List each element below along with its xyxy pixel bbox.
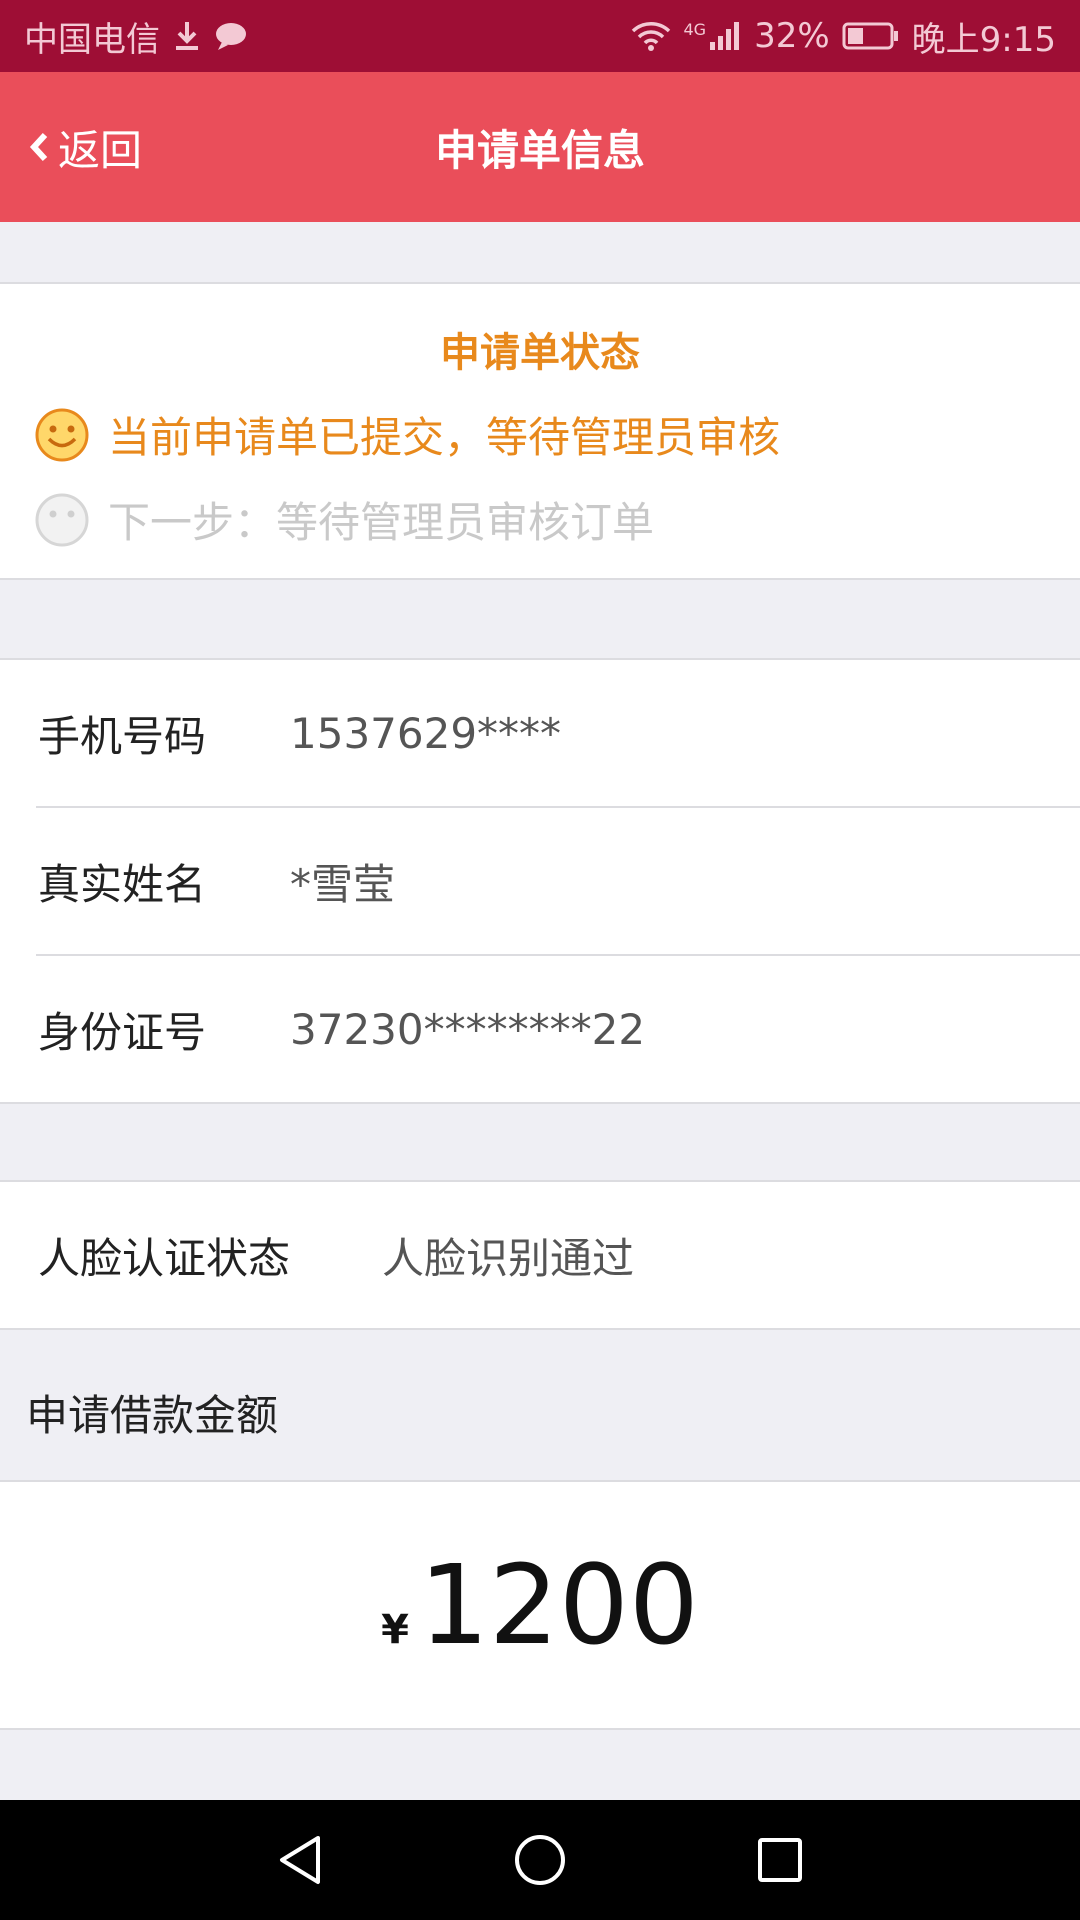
system-nav-bar [0,1800,1080,1920]
smiley-icon [35,408,89,461]
current-status-text: 当前申请单已提交，等待管理员审核 [108,413,781,462]
next-step: 下一步：等待管理员审核订单 [34,489,654,550]
name-label: 真实姓名 [38,859,207,909]
application-status-card: 申请单状态 当前申请单已提交，等待管理员审核 下一步：等待管理员审核订单 [0,282,1080,580]
loan-amount-card: ¥ 1200 [0,1480,1080,1730]
personal-info-card: 手机号码 1537629**** 真实姓名 *雪莹 身份证号 37230****… [0,658,1080,1104]
face-auth-value: 人脸识别通过 [382,1233,635,1283]
signal-icon: 4G [683,20,742,52]
carrier-label: 中国电信 [24,19,160,60]
currency-symbol: ¥ [381,1607,409,1653]
message-icon [214,21,248,51]
loan-amount-value: 1200 [418,1541,699,1669]
nav-home-button[interactable] [495,1815,585,1905]
name-value: *雪莹 [290,859,396,909]
battery-percent: 32% [754,16,830,56]
triangle-back-icon [280,1836,320,1884]
battery-icon [842,21,900,51]
id-value: 37230********22 [290,1004,646,1054]
smiley-grey-icon [35,493,89,546]
page-title: 申请单信息 [434,125,645,175]
id-row: 身份证号 37230********22 [0,956,1080,1102]
status-bar-left: 中国电信 [24,12,248,61]
loan-amount: ¥ 1200 [0,1482,1080,1728]
phone-label: 手机号码 [38,711,207,761]
status-bar: 中国电信 4G 32% 晚上9:15 [0,0,1080,72]
wifi-icon [631,20,671,52]
square-recents-icon [758,1838,802,1882]
loan-amount-label: 申请借款金额 [26,1391,279,1440]
status-bar-right: 4G 32% 晚上9:15 [631,12,1056,61]
next-step-text: 下一步：等待管理员审核订单 [108,498,655,547]
app-header: 返回 申请单信息 [0,72,1080,222]
nav-back-button[interactable] [255,1815,345,1905]
status-card-title: 申请单状态 [440,330,640,376]
clock-label: 晚上9:15 [911,19,1056,60]
phone-value: 1537629**** [290,708,562,758]
current-status: 当前申请单已提交，等待管理员审核 [34,404,780,465]
download-icon [172,20,202,52]
phone-row: 手机号码 1537629**** [0,660,1080,806]
name-row: 真实姓名 *雪莹 [0,808,1080,954]
face-auth-label: 人脸认证状态 [38,1233,291,1283]
screen: 中国电信 4G 32% 晚上9:15 返回 申请单信息 申请单状态 当前申请单已… [0,0,1080,1920]
circle-home-icon [515,1835,565,1885]
nav-recents-button[interactable] [735,1815,825,1905]
face-auth-card: 人脸认证状态 人脸识别通过 [0,1180,1080,1330]
network-type-label: 4G [683,20,707,39]
id-label: 身份证号 [38,1007,207,1057]
